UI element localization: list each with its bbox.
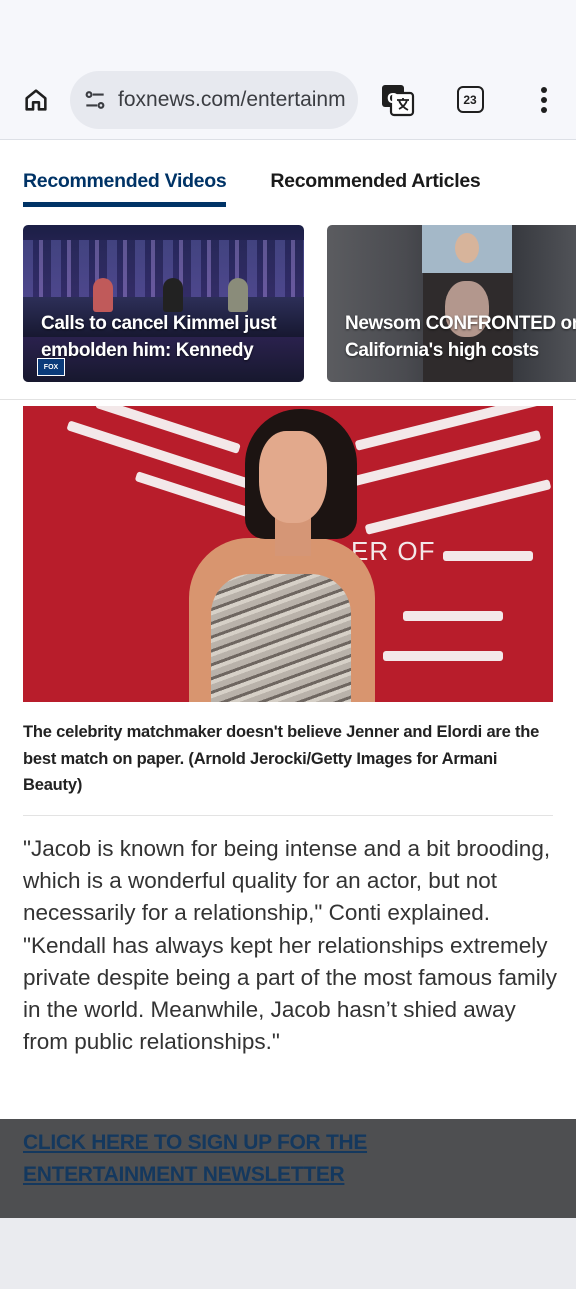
status-bar [0,0,576,60]
svg-text:G: G [387,90,399,107]
video-carousel[interactable]: Calls to cancel Kimmel just embolden him… [0,207,576,385]
video-card[interactable]: Calls to cancel Kimmel just embolden him… [23,225,304,382]
address-bar[interactable]: foxnews.com/entertainme [70,70,358,129]
image-caption: The celebrity matchmaker doesn't believe… [23,723,540,794]
newsletter-signup-link[interactable]: CLICK HERE TO SIGN UP FOR THE ENTERTAINM… [23,1127,403,1191]
divider [23,815,553,816]
home-icon[interactable] [20,84,52,116]
recommended-tabs: Recommended Videos Recommended Articles [0,140,576,207]
url-text: foxnews.com/entertainme [118,87,346,111]
article-hero-image: ER OF [23,406,553,702]
tab-recommended-articles[interactable]: Recommended Articles [270,170,480,207]
tab-recommended-videos[interactable]: Recommended Videos [23,170,227,207]
video-title: Calls to cancel Kimmel just embolden him… [41,313,277,361]
tabs-icon[interactable]: 23 [454,84,486,116]
browser-toolbar: foxnews.com/entertainme G 23 [0,60,576,140]
video-title: Newsom CONFRONTED on California's high c… [345,313,576,361]
article-paragraph: "Jacob is known for being intense and a … [23,836,558,1055]
system-navigation-bar [0,1218,576,1289]
page-content: Recommended Videos Recommended Articles … [0,140,576,1218]
more-vert-icon[interactable] [532,82,556,118]
tune-icon[interactable] [82,87,108,113]
tab-count: 23 [456,86,484,113]
newsletter-promo: CLICK HERE TO SIGN UP FOR THE ENTERTAINM… [0,1119,576,1218]
fox-news-logo: FOX [37,358,65,376]
divider [0,399,576,400]
video-card[interactable]: Newsom CONFRONTED on California's high c… [327,225,576,382]
translate-icon[interactable]: G [380,82,416,118]
